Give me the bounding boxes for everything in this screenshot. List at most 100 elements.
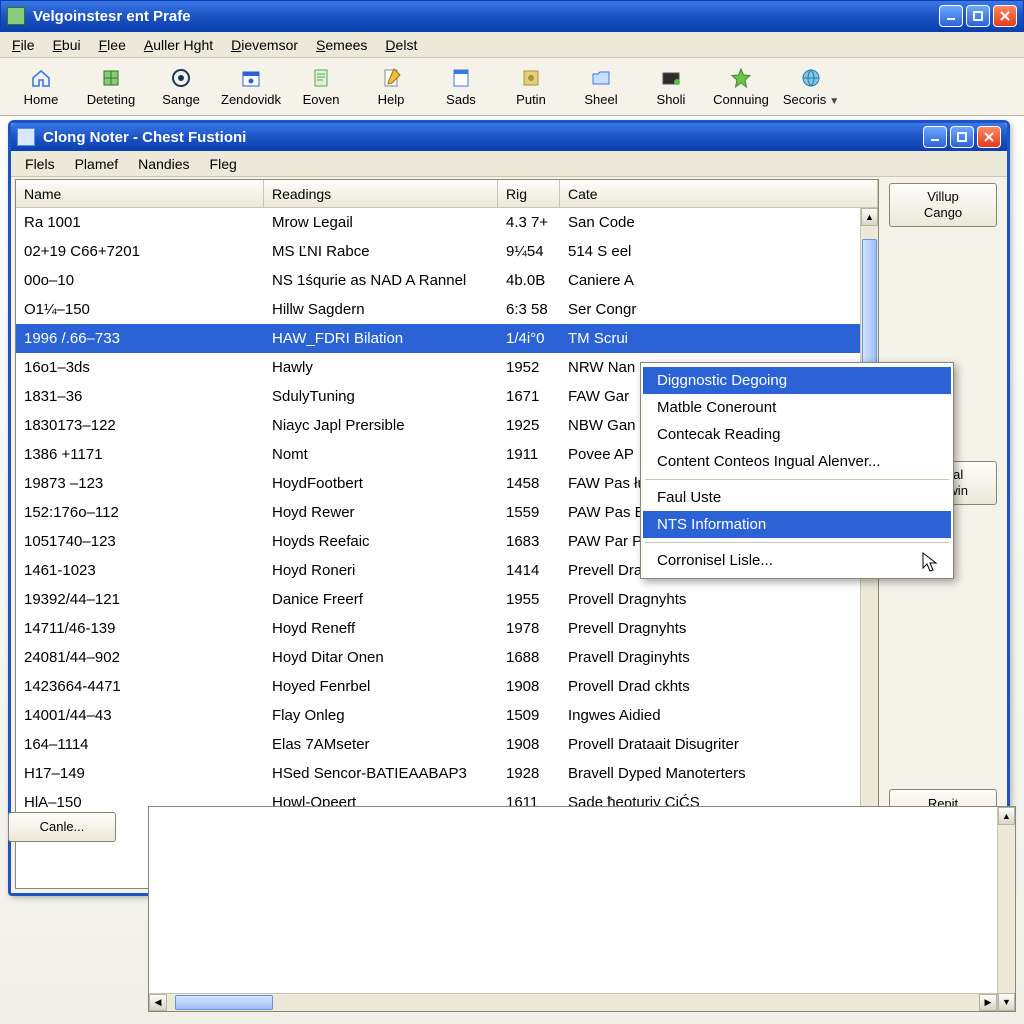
scroll-right-icon[interactable]: ▶ <box>979 994 997 1011</box>
toolbar-label: Sads <box>446 92 476 107</box>
menu-auller-hght[interactable]: Auller Hght <box>136 35 221 55</box>
table-row[interactable]: 1996 /.66–733HAW_FDRI Bilation1/4i°0TM S… <box>16 324 878 353</box>
close-button[interactable] <box>993 5 1017 27</box>
scroll-thumb[interactable] <box>175 995 272 1010</box>
table-row[interactable]: 164–1114Elas 7AMseter1908Provell Drataai… <box>16 730 878 759</box>
table-row[interactable]: 1423664-4471Hoyed Fenrbel1908Provell Dra… <box>16 672 878 701</box>
inner-close-button[interactable] <box>977 126 1001 148</box>
home-icon <box>30 66 52 90</box>
inner-menu-fleg[interactable]: Fleg <box>200 154 247 174</box>
column-header-cate[interactable]: Cate <box>560 180 878 207</box>
context-menu-item[interactable]: Matble Conerount <box>643 394 951 421</box>
cell: HSed Sencor-BATIEAABAP3 <box>264 765 498 782</box>
menu-dievemsor[interactable]: Dievemsor <box>223 35 306 55</box>
toolbar-help[interactable]: Help <box>358 61 424 113</box>
menu-flee[interactable]: Flee <box>91 35 134 55</box>
inner-menubar: FlelsPlamefNandiesFleg <box>11 151 1007 177</box>
stamp-icon <box>520 66 542 90</box>
scroll-track[interactable] <box>167 994 979 1011</box>
cell: 1952 <box>498 359 560 376</box>
table-row[interactable]: 02+19 C66+7201MS ĽNI Rabce9¼54514 S eel <box>16 237 878 266</box>
canle-button[interactable]: Canle... <box>8 812 116 842</box>
table-row[interactable]: 00o–10NS 1śqurie as NAD A Rannel4b.0BCan… <box>16 266 878 295</box>
cell: 164–1114 <box>16 736 264 753</box>
cell: 24081/44–902 <box>16 649 264 666</box>
table-row[interactable]: 14711/46-139Hoyd Reneff1978Prevell Dragn… <box>16 614 878 643</box>
scroll-left-icon[interactable]: ◀ <box>149 994 167 1011</box>
context-menu-item[interactable]: NTS Information <box>643 511 951 538</box>
window-title: Velgoinstesr ent Prafe <box>33 8 939 25</box>
toolbar-deteting[interactable]: Deteting <box>78 61 144 113</box>
cell: Mrow Legail <box>264 214 498 231</box>
menu-semees[interactable]: Semees <box>308 35 375 55</box>
toolbar-zendovidk[interactable]: Zendovidk <box>218 61 284 113</box>
output-pane[interactable]: ▲ ▼ ◀ ▶ <box>148 806 1016 1012</box>
output-vscrollbar[interactable]: ▲ ▼ <box>997 807 1015 1011</box>
cell: 1955 <box>498 591 560 608</box>
inner-maximize-button[interactable] <box>950 126 974 148</box>
column-header-rig[interactable]: Rig <box>498 180 560 207</box>
toolbar-putin[interactable]: Putin <box>498 61 564 113</box>
calendar-icon <box>240 66 262 90</box>
cell: Ser Congr <box>560 301 878 318</box>
cell: Hoyd Rewer <box>264 504 498 521</box>
cell: 152:176o–112 <box>16 504 264 521</box>
inner-minimize-button[interactable] <box>923 126 947 148</box>
cell: Hoyds Reefaic <box>264 533 498 550</box>
toolbar-secoris[interactable]: Secoris▼ <box>778 61 844 113</box>
toolbar-sheel[interactable]: Sheel <box>568 61 634 113</box>
table-row[interactable]: 24081/44–902Hoyd Ditar Onen1688Pravell D… <box>16 643 878 672</box>
context-menu-item[interactable]: Corronisel Lisle... <box>643 547 951 574</box>
menu-ebui[interactable]: Ebui <box>45 35 89 55</box>
context-menu-item[interactable]: Contecak Reading <box>643 421 951 448</box>
outer-titlebar: Velgoinstesr ent Prafe <box>0 0 1024 32</box>
table-row[interactable]: Ra 1001Mrow Legail4.3 7+San Code <box>16 208 878 237</box>
table-row[interactable]: 14001/44–43Flay Onleg1509Ingwes Aidied <box>16 701 878 730</box>
maximize-button[interactable] <box>966 5 990 27</box>
cell: 1925 <box>498 417 560 434</box>
menu-file[interactable]: File <box>4 35 43 55</box>
cell: HoydFootbert <box>264 475 498 492</box>
table-row[interactable]: 19392/44–121Danice Freerf1955Provell Dra… <box>16 585 878 614</box>
cell: 1461-1023 <box>16 562 264 579</box>
scroll-down-icon[interactable]: ▼ <box>998 993 1015 1011</box>
scroll-up-icon[interactable]: ▲ <box>998 807 1015 825</box>
minimize-button[interactable] <box>939 5 963 27</box>
target-icon <box>170 66 192 90</box>
table-header: NameReadingsRigCate <box>16 180 878 208</box>
output-hscrollbar[interactable]: ◀ ▶ <box>149 993 997 1011</box>
cell: 1683 <box>498 533 560 550</box>
context-menu-item[interactable]: Faul Uste <box>643 484 951 511</box>
context-menu-item[interactable]: Content Conteos Ingual Alenver... <box>643 448 951 475</box>
menu-delst[interactable]: Delst <box>377 35 425 55</box>
cell: 16o1–3ds <box>16 359 264 376</box>
cell: Bravell Dyped Manoterters <box>560 765 878 782</box>
toolbar-sange[interactable]: Sange <box>148 61 214 113</box>
context-menu-item[interactable]: Diggnostic Degoing <box>643 367 951 394</box>
toolbar-home[interactable]: Home <box>8 61 74 113</box>
inner-menu-plamef[interactable]: Plamef <box>65 154 129 174</box>
toolbar-sads[interactable]: Sads <box>428 61 494 113</box>
column-header-readings[interactable]: Readings <box>264 180 498 207</box>
cell: 1414 <box>498 562 560 579</box>
cell: 1908 <box>498 678 560 695</box>
inner-menu-flels[interactable]: Flels <box>15 154 65 174</box>
table-row[interactable]: H17–149HSed Sencor-BATIEAABAP31928Bravel… <box>16 759 878 788</box>
cell: 1509 <box>498 707 560 724</box>
toolbar-label: Secoris▼ <box>783 92 839 107</box>
column-header-name[interactable]: Name <box>16 180 264 207</box>
toolbar-sholi[interactable]: Sholi <box>638 61 704 113</box>
toolbar-connuing[interactable]: Connuing <box>708 61 774 113</box>
cell: Hoyed Fenrbel <box>264 678 498 695</box>
cell: Provell Dragnyhts <box>560 591 878 608</box>
scroll-track[interactable] <box>998 825 1015 993</box>
cell: 14001/44–43 <box>16 707 264 724</box>
cell: 4.3 7+ <box>498 214 560 231</box>
toolbar-eoven[interactable]: Eoven <box>288 61 354 113</box>
cell: 1996 /.66–733 <box>16 330 264 347</box>
scroll-up-icon[interactable]: ▲ <box>861 208 878 226</box>
side-button-0[interactable]: VillupCango <box>889 183 997 227</box>
table-row[interactable]: O1¼–150Hillw Sagdern6:3 58Ser Congr <box>16 295 878 324</box>
inner-menu-nandies[interactable]: Nandies <box>128 154 199 174</box>
cell: MS ĽNI Rabce <box>264 243 498 260</box>
